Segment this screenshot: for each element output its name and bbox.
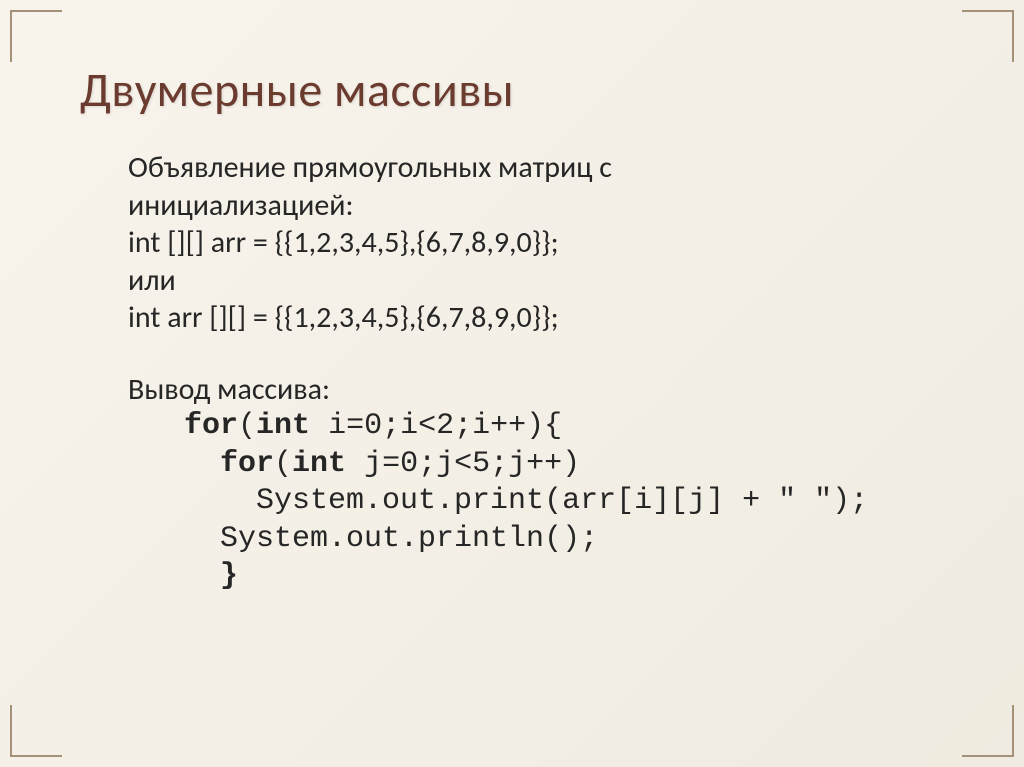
close-brace: }: [148, 559, 238, 593]
indent: [148, 409, 184, 443]
code-line-2: for(int j=0;j<5;j++): [148, 447, 580, 481]
corner-decoration-tr: [962, 10, 1014, 62]
outer-b: i=0;i<2;i++){: [310, 409, 562, 443]
corner-decoration-bl: [10, 705, 62, 757]
intro-line-2: инициализацией:: [128, 187, 944, 225]
intro-line-1: Объявление прямоугольных матриц с: [128, 149, 944, 187]
corner-decoration-tl: [10, 10, 62, 62]
for-keyword: for: [184, 409, 238, 443]
for-keyword-inner: for: [220, 447, 274, 481]
code-line-4: System.out.println();: [148, 522, 598, 556]
spacer: [128, 337, 944, 371]
code-block: for(int i=0;i<2;i++){ for(int j=0;j<5;j+…: [148, 408, 944, 596]
slide-content: Объявление прямоугольных матриц с инициа…: [128, 149, 944, 596]
corner-decoration-br: [962, 705, 1014, 757]
int-keyword: int: [256, 409, 310, 443]
or-word: или: [128, 262, 944, 300]
slide-title: Двумерные массивы: [80, 60, 944, 119]
code-line-1: for(int i=0;i<2;i++){: [148, 409, 562, 443]
inner-indent: [148, 447, 220, 481]
output-heading: Вывод массива:: [128, 371, 944, 409]
declaration-1: int [][] arr = {{1,2,3,4,5},{6,7,8,9,0}}…: [128, 224, 944, 262]
inner-b: j=0;j<5;j++): [346, 447, 580, 481]
declaration-2: int arr [][] = {{1,2,3,4,5},{6,7,8,9,0}}…: [128, 299, 944, 337]
code-line-3: System.out.print(arr[i][j] + " ");: [148, 484, 868, 518]
int-keyword-inner: int: [292, 447, 346, 481]
slide: Двумерные массивы Объявление прямоугольн…: [0, 0, 1024, 767]
inner-a: (: [274, 447, 292, 481]
code-line-5: }: [148, 559, 238, 593]
outer-a: (: [238, 409, 256, 443]
